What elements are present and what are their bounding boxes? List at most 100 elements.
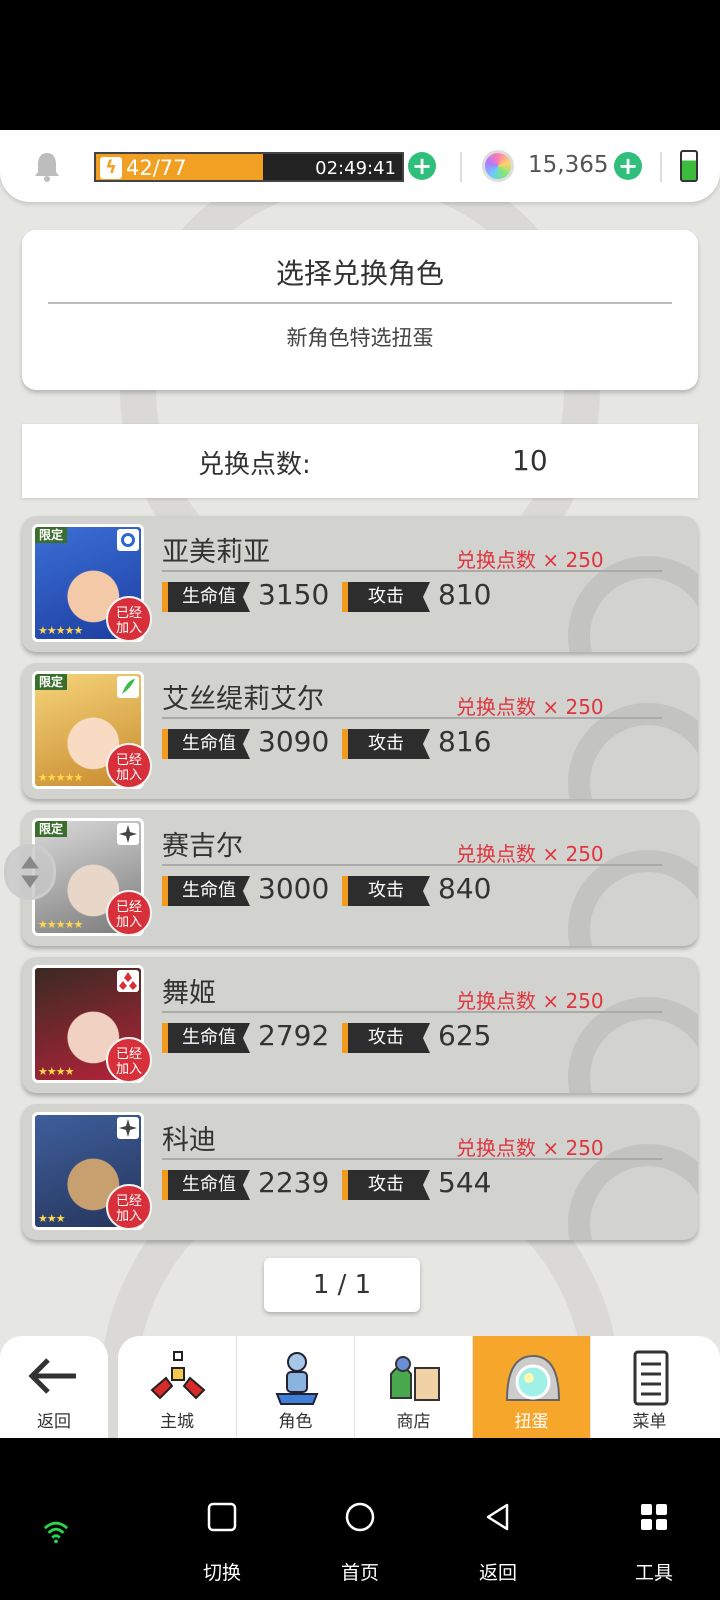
character-name: 科迪 bbox=[162, 1125, 216, 1156]
character-card[interactable]: ★★★ 已经 加入 科迪 兑换点数 × 250 生命值 2239 攻击 544 bbox=[22, 1104, 698, 1240]
exchange-cost: 兑换点数 × 250 bbox=[456, 548, 604, 572]
rarity-stars: ★★★ bbox=[38, 1212, 66, 1225]
circle-icon bbox=[345, 1502, 375, 1532]
character-name: 舞姬 bbox=[162, 978, 216, 1009]
attack-label: 攻击 bbox=[342, 876, 430, 906]
hp-value: 2792 bbox=[258, 1019, 330, 1052]
limited-tag: 限定 bbox=[35, 821, 68, 837]
stamina-bar: ϟ 42/77 02:49:41 bbox=[94, 152, 404, 182]
exchange-points-value: 10 bbox=[512, 444, 548, 477]
tools-button[interactable]: 工具 bbox=[604, 1490, 704, 1600]
character-card[interactable]: 限定 ★★★★★ 已经 加入 艾丝缇莉艾尔 兑换点数 × 250 生命值 309… bbox=[22, 663, 698, 799]
rarity-stars: ★★★★★ bbox=[38, 624, 83, 637]
home-label: 首页 bbox=[340, 1562, 379, 1584]
exchange-cost: 兑换点数 × 250 bbox=[456, 989, 604, 1013]
limited-tag: 限定 bbox=[35, 527, 68, 543]
name-divider bbox=[162, 570, 662, 572]
dark-element-icon bbox=[117, 823, 139, 845]
square-icon bbox=[207, 1502, 237, 1532]
tab-label: 商店 bbox=[396, 1412, 431, 1432]
joined-line1: 已经 bbox=[115, 1194, 142, 1209]
attack-label: 攻击 bbox=[342, 1023, 430, 1053]
tab-shop[interactable]: 商店 bbox=[354, 1336, 472, 1438]
triangle-back-icon bbox=[486, 1503, 509, 1531]
back-button[interactable]: 返回 bbox=[0, 1336, 108, 1438]
joined-badge: 已经 加入 bbox=[106, 890, 152, 936]
rarity-stars: ★★★★★ bbox=[38, 771, 83, 784]
character-card[interactable]: 限定 ★★★★★ 已经 加入 亚美莉亚 兑换点数 × 250 生命值 3150 … bbox=[22, 516, 698, 652]
hp-label: 生命值 bbox=[162, 876, 250, 906]
hp-value: 2239 bbox=[258, 1166, 330, 1199]
tab-castle[interactable]: 主城 bbox=[118, 1336, 236, 1438]
hp-label: 生命值 bbox=[162, 729, 250, 759]
shop-icon bbox=[385, 1350, 445, 1406]
joined-line2: 加入 bbox=[115, 768, 142, 783]
stamina-timer: 02:49:41 bbox=[315, 158, 396, 179]
joined-badge: 已经 加入 bbox=[106, 596, 152, 642]
attack-value: 816 bbox=[438, 725, 492, 758]
exchange-points-panel: 兑换点数: 10 bbox=[22, 424, 698, 498]
title-divider bbox=[48, 302, 672, 304]
divider bbox=[660, 152, 662, 182]
wifi-icon bbox=[43, 1521, 69, 1544]
switch-label: 切换 bbox=[202, 1562, 241, 1584]
divider bbox=[460, 152, 462, 182]
up-down-arrows-icon bbox=[21, 856, 39, 888]
status-bar: ϟ 42/77 02:49:41 + 15,365 + bbox=[0, 130, 720, 202]
add-stamina-button[interactable]: + bbox=[408, 152, 436, 180]
character-card[interactable]: ★★★★ 已经 加入 舞姬 兑换点数 × 250 生命值 2792 攻击 625 bbox=[22, 957, 698, 1093]
dark-element-icon bbox=[117, 1117, 139, 1139]
gem-icon bbox=[482, 150, 514, 182]
water-element-icon bbox=[117, 529, 139, 551]
attack-value: 544 bbox=[438, 1166, 492, 1199]
add-gems-button[interactable]: + bbox=[614, 152, 642, 180]
joined-line2: 加入 bbox=[115, 621, 142, 636]
name-divider bbox=[162, 864, 662, 866]
bell-icon[interactable] bbox=[32, 150, 62, 182]
wind-element-icon bbox=[117, 676, 139, 698]
tools-label: 工具 bbox=[634, 1562, 673, 1584]
attack-value: 810 bbox=[438, 578, 492, 611]
back-label: 返回 bbox=[37, 1412, 71, 1432]
joined-line1: 已经 bbox=[115, 606, 142, 621]
switch-button[interactable]: 切换 bbox=[172, 1490, 272, 1600]
stamina-count: 42/77 bbox=[126, 156, 187, 180]
tab-menu[interactable]: 菜单 bbox=[590, 1336, 708, 1438]
menu-icon bbox=[621, 1350, 681, 1406]
tab-label: 菜单 bbox=[632, 1412, 667, 1432]
name-divider bbox=[162, 717, 662, 719]
hp-label: 生命值 bbox=[162, 1023, 250, 1053]
attack-value: 840 bbox=[438, 872, 492, 905]
character-name: 赛吉尔 bbox=[162, 831, 243, 862]
hp-label: 生命值 bbox=[162, 582, 250, 612]
hp-value: 3000 bbox=[258, 872, 330, 905]
rarity-stars: ★★★★★ bbox=[38, 918, 83, 931]
page-subtitle: 新角色特选扭蛋 bbox=[286, 326, 434, 350]
character-card[interactable]: 限定 ★★★★★ 已经 加入 赛吉尔 兑换点数 × 250 生命值 3000 攻… bbox=[22, 810, 698, 946]
home-button[interactable]: 首页 bbox=[310, 1490, 410, 1600]
title-panel: 选择兑换角色 新角色特选扭蛋 bbox=[22, 230, 698, 390]
tab-label: 扭蛋 bbox=[514, 1412, 549, 1432]
tab-character[interactable]: 角色 bbox=[236, 1336, 354, 1438]
hp-value: 3090 bbox=[258, 725, 330, 758]
exchange-points-label: 兑换点数: bbox=[198, 450, 311, 480]
exchange-cost: 兑换点数 × 250 bbox=[456, 1136, 604, 1160]
system-back-label: 返回 bbox=[478, 1562, 517, 1584]
castle-icon bbox=[148, 1350, 208, 1406]
floating-assist-button[interactable] bbox=[4, 844, 56, 900]
gem-count: 15,365 bbox=[528, 152, 609, 178]
hp-label: 生命值 bbox=[162, 1170, 250, 1200]
joined-line2: 加入 bbox=[115, 915, 142, 930]
tab-gacha[interactable]: 扭蛋 bbox=[472, 1336, 590, 1438]
character-name: 亚美莉亚 bbox=[162, 537, 270, 568]
fire-element-icon bbox=[117, 970, 139, 992]
tab-label: 主城 bbox=[160, 1412, 194, 1432]
name-divider bbox=[162, 1011, 662, 1013]
joined-badge: 已经 加入 bbox=[106, 743, 152, 789]
joined-line1: 已经 bbox=[115, 753, 142, 768]
lightning-icon: ϟ bbox=[100, 157, 122, 179]
grid-icon bbox=[641, 1504, 667, 1530]
system-back-button[interactable]: 返回 bbox=[448, 1490, 548, 1600]
page-indicator[interactable]: 1 / 1 bbox=[264, 1258, 420, 1312]
game-nav-bar: 返回 主城 角色 商店 扭蛋 菜单 bbox=[0, 1336, 720, 1438]
